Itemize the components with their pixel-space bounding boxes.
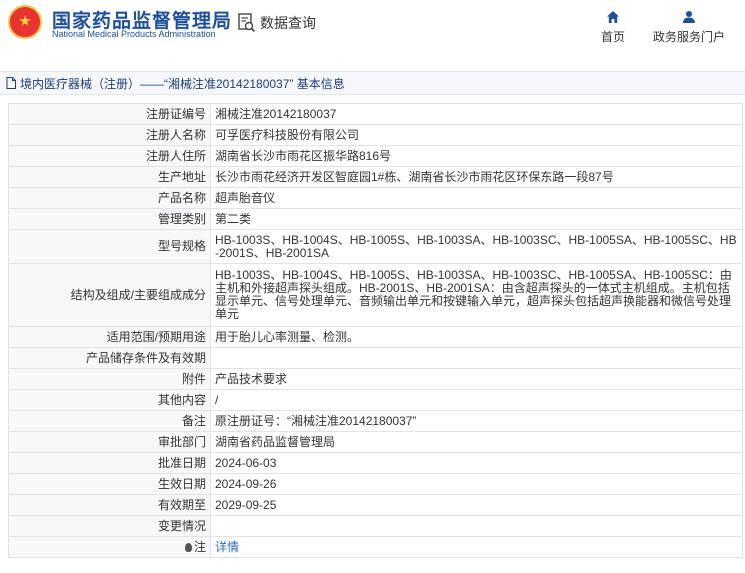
table-row: 适用范围/预期用途 用于胎儿心率测量、检测。 [8,326,743,348]
table-row: 其他内容 / [8,389,743,411]
details-link[interactable]: 详情 [215,540,239,554]
row-value: 超声胎音仪 [210,187,743,209]
table-row: 批准日期 2024-06-03 [8,452,743,474]
row-label: 适用范围/预期用途 [8,326,211,348]
nav-home-label: 首页 [600,30,625,44]
detail-table-container: 注册证编号 湘械注准20142180037 注册人名称 可孚医疗科技股份有限公司… [8,103,745,558]
row-label: 管理类别 [8,208,211,230]
table-row: 变更情况 [8,515,743,537]
row-label: 备注 [8,410,211,432]
row-value: HB-1003S、HB-1004S、HB-1005S、HB-1003SA、HB-… [210,263,743,327]
row-label: 产品名称 [8,187,211,209]
row-value: 2024-09-26 [210,473,743,495]
breadcrumb: 境内医疗器械（注册）——“湘械注准20142180037” 基本信息 [0,71,745,95]
row-value: 第二类 [210,208,743,230]
row-label: 产品储存条件及有效期 [8,347,211,369]
note-label-cell: 注 [8,536,211,558]
site-logo-subtitle[interactable]: National Medical Products Administration [52,29,216,39]
row-value: 原注册证号：“湘械注准20142180037” [210,410,743,432]
home-icon [607,11,619,23]
table-row: 注册人住所 湖南省长沙市雨花区振华路816号 [8,145,743,167]
table-row: 生产地址 长沙市雨花经济开发区智庭园1#栋、湖南省长沙市雨花区环保东路一段87号 [8,166,743,188]
row-label: 注册证编号 [8,103,211,125]
row-label: 生效日期 [8,473,211,495]
row-value [210,515,743,537]
row-value: 长沙市雨花经济开发区智庭园1#栋、湖南省长沙市雨花区环保东路一段87号 [210,166,743,188]
table-row: 产品储存条件及有效期 [8,347,743,369]
table-row: 注册人名称 可孚医疗科技股份有限公司 [8,124,743,146]
document-icon [6,77,16,89]
row-label: 注册人名称 [8,124,211,146]
row-label: 附件 [8,368,211,390]
logo-emblem-icon[interactable] [8,5,42,39]
note-value-cell: 详情 [210,536,743,558]
nav-government-service[interactable]: 政务服务门户 [649,10,729,45]
row-label: 有效期至 [8,494,211,516]
row-value: HB-1003S、HB-1004S、HB-1005S、HB-1003SA、HB-… [210,229,743,264]
row-value: 湖南省药品监督管理局 [210,431,743,453]
row-label: 其他内容 [8,389,211,411]
row-value: 2029-09-25 [210,494,743,516]
row-value: 湖南省长沙市雨花区振华路816号 [210,145,743,167]
row-value: 用于胎儿心率测量、检测。 [210,326,743,348]
nav-government-service-label: 政务服务门户 [652,30,725,44]
row-label: 批准日期 [8,452,211,474]
row-value: 产品技术要求 [210,368,743,390]
table-row: 有效期至 2029-09-25 [8,494,743,516]
nav-home[interactable]: 首页 [573,10,653,45]
breadcrumb-text: 境内医疗器械（注册）——“湘械注准20142180037” 基本信息 [20,76,345,91]
table-row-note: 注 详情 [8,536,743,558]
site-header: 国家药品监督管理局 National Medical Products Admi… [0,0,745,58]
row-label: 型号规格 [8,229,211,264]
table-row: 型号规格 HB-1003S、HB-1004S、HB-1005S、HB-1003S… [8,229,743,264]
note-label: 注 [193,539,206,554]
detail-table: 注册证编号 湘械注准20142180037 注册人名称 可孚医疗科技股份有限公司… [8,103,743,558]
row-label: 结构及组成/主要组成成分 [8,263,211,327]
row-label: 注册人住所 [8,145,211,167]
table-row: 注册证编号 湘械注准20142180037 [8,103,743,125]
row-value [210,347,743,369]
lightbulb-icon [184,542,192,552]
row-value: / [210,389,743,411]
row-label: 审批部门 [8,431,211,453]
user-icon [683,11,695,23]
data-query-label: 数据查询 [260,15,316,31]
row-label: 生产地址 [8,166,211,188]
table-row: 生效日期 2024-09-26 [8,473,743,495]
row-label: 变更情况 [8,515,211,537]
table-row: 备注 原注册证号：“湘械注准20142180037” [8,410,743,432]
table-row: 附件 产品技术要求 [8,368,743,390]
data-query-link[interactable]: 数据查询 [238,12,316,34]
row-value: 湘械注准20142180037 [210,103,743,125]
table-row: 审批部门 湖南省药品监督管理局 [8,431,743,453]
table-row: 产品名称 超声胎音仪 [8,187,743,209]
row-value: 可孚医疗科技股份有限公司 [210,124,743,146]
row-value: 2024-06-03 [210,452,743,474]
search-document-icon [238,13,256,33]
table-row: 管理类别 第二类 [8,208,743,230]
table-row: 结构及组成/主要组成成分 HB-1003S、HB-1004S、HB-1005S、… [8,263,743,327]
